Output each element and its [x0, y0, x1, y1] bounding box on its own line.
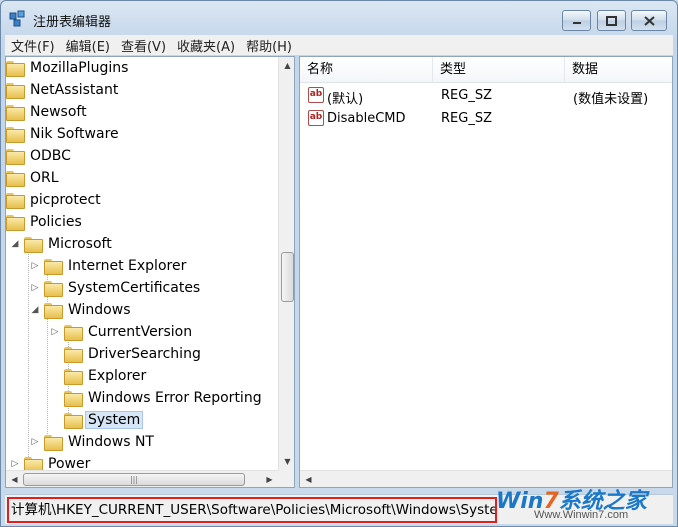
collapse-arrow-icon[interactable]: ◢: [30, 305, 40, 315]
window-title: 注册表编辑器: [33, 15, 112, 30]
tree-item-orl[interactable]: ORL: [6, 167, 62, 189]
title-bar: 注册表编辑器: [1, 1, 677, 35]
menu-edit[interactable]: 编辑(E): [66, 36, 110, 55]
key-tree-pane[interactable]: MozillaPlugins NetAssistant Newsoft Nik …: [5, 56, 295, 488]
expand-arrow-icon[interactable]: ▷: [10, 459, 20, 469]
folder-icon: [64, 391, 83, 407]
tree-horizontal-scrollbar[interactable]: ◀ ||| ▶: [6, 470, 278, 487]
string-value-icon: ab: [308, 110, 324, 126]
registry-path: 计算机\HKEY_CURRENT_USER\Software\Policies\…: [7, 497, 497, 523]
tree-item-windows-error-reporting[interactable]: Windows Error Reporting: [64, 387, 265, 409]
tree-item-driversearching[interactable]: DriverSearching: [64, 343, 204, 365]
minimize-icon: [572, 21, 581, 24]
tree-item-internet-explorer[interactable]: ▷ Internet Explorer: [30, 255, 189, 277]
value-type: REG_SZ: [441, 88, 492, 103]
tree-item-netassistant[interactable]: NetAssistant: [6, 79, 121, 101]
value-row-disablecmd[interactable]: ab DisableCMD REG_SZ: [300, 108, 672, 130]
expand-arrow-icon[interactable]: ▷: [30, 283, 40, 293]
value-data: (数值未设置): [573, 92, 649, 107]
folder-icon: [64, 347, 83, 363]
folder-icon: [64, 369, 83, 385]
tree-item-newsoft[interactable]: Newsoft: [6, 101, 90, 123]
value-name: DisableCMD: [327, 111, 406, 126]
folder-icon: [6, 83, 25, 99]
value-row-default[interactable]: ab (默认) REG_SZ (数值未设置): [300, 85, 672, 107]
tree-item-mozillaplugins[interactable]: MozillaPlugins: [6, 57, 131, 79]
folder-icon: [24, 457, 43, 473]
folder-icon: [44, 435, 63, 451]
tree-item-policies[interactable]: Policies: [6, 211, 85, 233]
scroll-down-icon[interactable]: ▼: [279, 453, 294, 470]
values-list-pane[interactable]: 名称 类型 数据 ab (默认) REG_SZ (数值未设置) ab Disab…: [299, 56, 673, 488]
expand-arrow-icon[interactable]: ▷: [30, 437, 40, 447]
tree-item-odbc[interactable]: ODBC: [6, 145, 74, 167]
folder-icon: [6, 171, 25, 187]
tree-item-system[interactable]: System: [64, 409, 144, 431]
registry-editor-window: 注册表编辑器 文件(F) 编辑(E) 查看(V) 收藏夹(A) 帮助(H) Mo…: [0, 0, 678, 527]
list-header: 名称 类型 数据: [300, 57, 672, 83]
tree-item-explorer[interactable]: Explorer: [64, 365, 149, 387]
scroll-thumb[interactable]: [281, 252, 294, 302]
string-value-icon: ab: [308, 87, 324, 103]
expand-arrow-icon[interactable]: ▷: [50, 327, 60, 337]
watermark-url: Www.Winwin7.com: [534, 509, 629, 521]
close-icon: [643, 15, 655, 26]
registry-editor-icon: [9, 10, 25, 27]
folder-icon: [44, 281, 63, 297]
tree-vertical-scrollbar[interactable]: ▲ ▼: [278, 57, 294, 470]
tree-item-currentversion[interactable]: ▷ CurrentVersion: [50, 321, 195, 343]
folder-open-icon: [64, 413, 83, 429]
menu-view[interactable]: 查看(V): [121, 36, 166, 55]
close-button[interactable]: [631, 10, 667, 31]
maximize-button[interactable]: [597, 10, 626, 31]
folder-icon: [6, 105, 25, 121]
menu-help[interactable]: 帮助(H): [246, 36, 292, 55]
tree-item-picprotect[interactable]: picprotect: [6, 189, 104, 211]
column-header-data[interactable]: 数据: [565, 57, 672, 83]
expand-arrow-icon[interactable]: ▷: [30, 261, 40, 271]
column-header-name[interactable]: 名称: [300, 57, 433, 83]
tree-item-microsoft[interactable]: ◢ Microsoft: [10, 233, 115, 255]
value-name: (默认): [327, 92, 364, 107]
folder-open-icon: [44, 303, 63, 319]
folder-icon: [6, 61, 25, 77]
scrollbar-corner: [278, 470, 294, 487]
folder-icon: [6, 127, 25, 143]
minimize-button[interactable]: [562, 10, 591, 31]
folder-open-icon: [6, 215, 25, 231]
scroll-up-icon[interactable]: ▲: [279, 57, 294, 74]
collapse-arrow-icon[interactable]: ◢: [10, 239, 20, 249]
site-watermark: Win7系统之家 Www.Winwin7.com: [496, 481, 676, 526]
scroll-thumb[interactable]: |||: [23, 473, 245, 486]
folder-open-icon: [24, 237, 43, 253]
menu-file[interactable]: 文件(F): [11, 36, 55, 55]
menu-favorites[interactable]: 收藏夹(A): [177, 36, 235, 55]
folder-icon: [6, 149, 25, 165]
column-header-type[interactable]: 类型: [433, 57, 565, 83]
maximize-icon: [606, 15, 617, 26]
tree-item-nik-software[interactable]: Nik Software: [6, 123, 122, 145]
scroll-left-icon[interactable]: ◀: [6, 471, 23, 487]
menu-bar: 文件(F) 编辑(E) 查看(V) 收藏夹(A) 帮助(H): [5, 35, 673, 55]
tree-item-windows-nt[interactable]: ▷ Windows NT: [30, 431, 157, 453]
tree-connector: [28, 243, 29, 463]
value-type: REG_SZ: [441, 111, 492, 126]
tree-item-systemcertificates[interactable]: ▷ SystemCertificates: [30, 277, 203, 299]
folder-icon: [6, 193, 25, 209]
scroll-left-icon[interactable]: ◀: [300, 471, 317, 487]
folder-icon: [64, 325, 83, 341]
scroll-right-icon[interactable]: ▶: [261, 471, 278, 487]
tree-item-windows[interactable]: ◢ Windows: [30, 299, 134, 321]
folder-icon: [44, 259, 63, 275]
